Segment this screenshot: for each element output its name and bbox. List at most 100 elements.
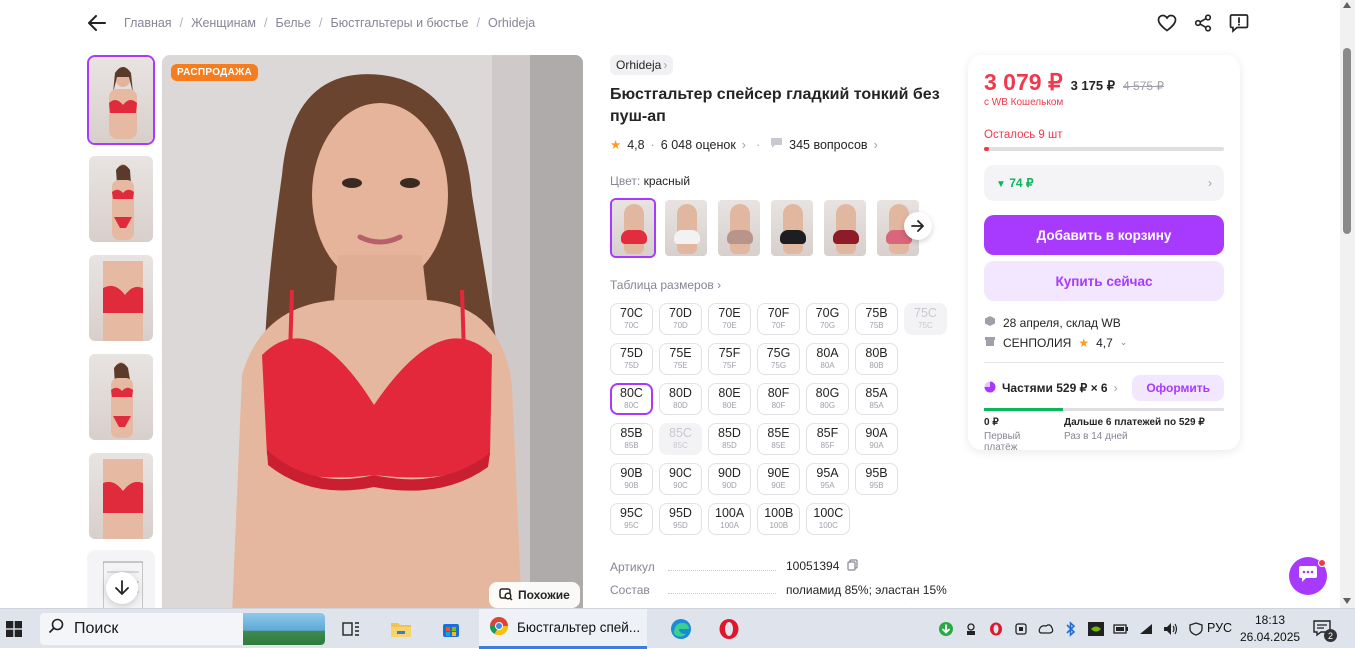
size-option[interactable]: 90C 90C [659,463,702,495]
size-option[interactable]: 90B 90B [610,463,653,495]
size-label: 70G [815,306,840,320]
cashback-row[interactable]: ▼ 74 ₽ › [984,165,1224,201]
thumbnail[interactable] [87,154,155,244]
size-option[interactable]: 95A 95A [806,463,849,495]
reviews-link[interactable]: 6 048 оценок [661,138,736,152]
questions-link[interactable]: 345 вопросов [789,138,867,152]
system-tray [938,609,1204,649]
size-option[interactable]: 80C 80C [610,383,653,415]
similar-button[interactable]: Похожие [489,582,580,608]
back-arrow-icon[interactable] [86,12,108,34]
task-view-icon[interactable] [331,609,371,649]
size-option[interactable]: 70G 70G [806,303,849,335]
color-swatch[interactable] [716,198,762,258]
thumbnail[interactable] [87,352,155,442]
size-option[interactable]: 90E 90E [757,463,800,495]
size-option[interactable]: 75E 75E [659,343,702,375]
copy-icon[interactable] [847,559,858,574]
thumbnail[interactable] [87,451,155,541]
page-scrollbar[interactable] [1340,0,1355,608]
breadcrumb-brand[interactable]: Orhideja [488,16,535,30]
store-app-icon[interactable] [431,609,471,649]
breadcrumb-lingerie[interactable]: Белье [276,16,312,30]
thumbnail-scroll-down-button[interactable] [106,572,138,604]
size-option[interactable]: 95D 95D [659,503,702,535]
size-option[interactable]: 95B 95B [855,463,898,495]
size-option[interactable]: 75D 75D [610,343,653,375]
pie-icon [984,381,996,396]
opera-tray-icon[interactable] [988,621,1004,637]
cloud-icon[interactable] [1038,621,1054,637]
size-option[interactable]: 80B 80B [855,343,898,375]
monitor-icon[interactable] [1013,621,1029,637]
color-swatch[interactable] [663,198,709,258]
battery-icon[interactable] [1113,621,1129,637]
feedback-icon[interactable] [1228,12,1250,34]
size-option[interactable]: 80D 80D [659,383,702,415]
size-option[interactable]: 80G 80G [806,383,849,415]
size-option[interactable]: 85E 85E [757,423,800,455]
file-explorer-icon[interactable] [381,609,421,649]
thumbnail[interactable] [87,55,155,145]
brand-link[interactable]: Orhideja › [610,55,674,75]
installments-label[interactable]: Частями 529 ₽ × 6 [1002,381,1108,395]
size-option[interactable]: 90A 90A [855,423,898,455]
taskbar-active-browser[interactable]: Бюстгальтер спей... [479,608,647,649]
network-share-icon[interactable] [963,621,979,637]
installments-apply-button[interactable]: Оформить [1132,375,1224,401]
edge-icon[interactable] [661,609,701,649]
size-option[interactable]: 85D 85D [708,423,751,455]
volume-icon[interactable] [1163,621,1179,637]
size-option[interactable]: 85A 85A [855,383,898,415]
notifications-icon[interactable]: 2 [1312,619,1337,642]
size-option[interactable]: 75F 75F [708,343,751,375]
size-row: 80C 80C 80D 80D 80E 80E 80F 80F 80G 80G 85A 85A [610,383,950,415]
size-option[interactable]: 70C 70C [610,303,653,335]
size-option[interactable]: 100C 100C [806,503,851,535]
color-swatch[interactable] [610,198,656,258]
breadcrumb-women[interactable]: Женщинам [191,16,256,30]
size-option[interactable]: 85C 85C [659,423,702,455]
bluetooth-icon[interactable] [1063,621,1079,637]
size-option[interactable]: 75B 75B [855,303,898,335]
color-swatch[interactable] [769,198,815,258]
wifi-icon[interactable] [1138,621,1154,637]
taskbar-search[interactable]: Поиск [40,612,325,645]
size-option[interactable]: 95C 95C [610,503,653,535]
size-option[interactable]: 75C 75C [904,303,947,335]
size-grid: 70C 70C 70D 70D 70E 70E 70F 70F 70G 70G 75B 75B 75C 7… [610,303,950,535]
size-option[interactable]: 75G 75G [757,343,800,375]
clock[interactable]: 18:13 26.04.2025 [1240,612,1300,646]
breadcrumb-home[interactable]: Главная [124,16,172,30]
windows-start-icon[interactable] [0,609,28,649]
size-ru-label: 85E [771,441,786,450]
size-option[interactable]: 80A 80A [806,343,849,375]
security-icon[interactable] [1188,621,1204,637]
size-option[interactable]: 100A 100A [708,503,752,535]
chat-button[interactable] [1289,557,1327,595]
breadcrumb-bras[interactable]: Бюстгальтеры и бюстье [331,16,469,30]
share-icon[interactable] [1192,12,1214,34]
size-option[interactable]: 70F 70F [757,303,800,335]
seller-info[interactable]: СЕНПОЛИЯ ★ 4,7 ⌄ [984,335,1224,350]
opera-icon[interactable] [709,609,749,649]
size-option[interactable]: 80E 80E [708,383,751,415]
size-option[interactable]: 70D 70D [659,303,702,335]
add-to-cart-button[interactable]: Добавить в корзину [984,215,1224,255]
swatch-next-button[interactable] [904,212,932,240]
size-option[interactable]: 90D 90D [708,463,751,495]
nvidia-icon[interactable] [1088,621,1104,637]
heart-icon[interactable] [1156,12,1178,34]
color-swatch[interactable] [822,198,868,258]
size-option[interactable]: 70E 70E [708,303,751,335]
size-option[interactable]: 85B 85B [610,423,653,455]
size-option[interactable]: 80F 80F [757,383,800,415]
size-table-link[interactable]: Таблица размеров › [610,278,950,292]
buy-now-button[interactable]: Купить сейчас [984,261,1224,301]
language-indicator[interactable]: РУС [1207,621,1232,635]
download-icon[interactable] [938,621,954,637]
size-option[interactable]: 100B 100B [757,503,801,535]
main-product-photo[interactable] [162,55,583,608]
size-option[interactable]: 85F 85F [806,423,849,455]
thumbnail[interactable] [87,253,155,343]
